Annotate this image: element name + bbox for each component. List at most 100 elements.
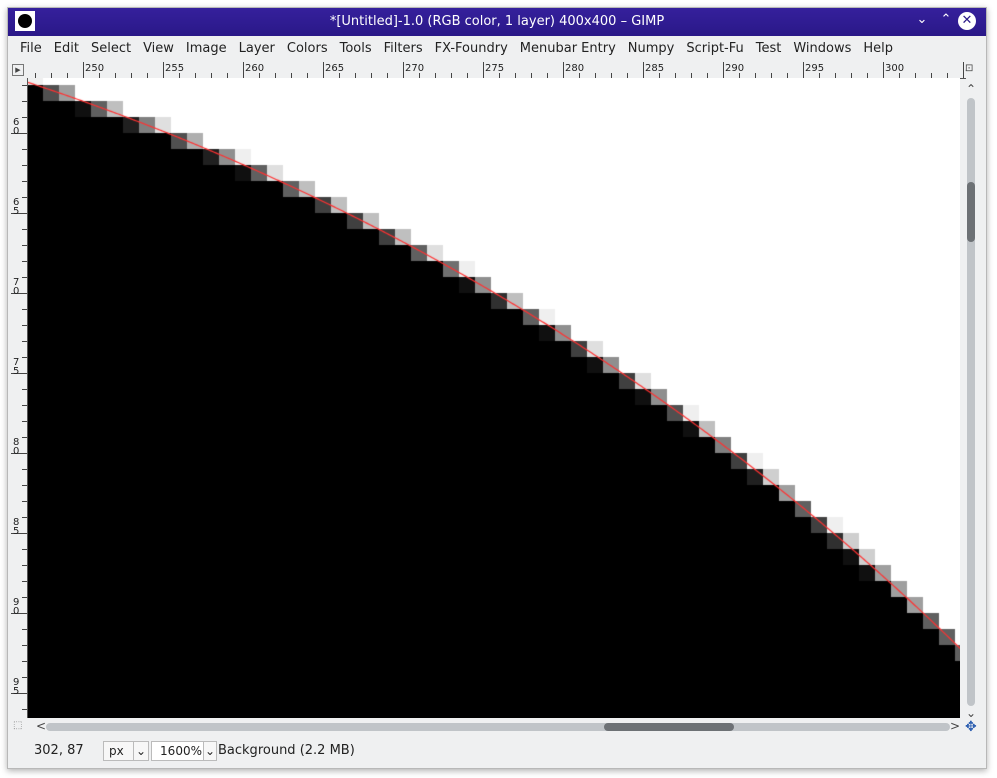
ruler-tick (22, 277, 27, 278)
unit-select[interactable]: px ⌄ (103, 741, 149, 761)
ruler-label: 7 5 (13, 357, 20, 377)
ruler-label: 290 (725, 63, 745, 74)
ruler-tick (22, 469, 27, 470)
scroll-thumb[interactable] (967, 182, 975, 242)
vertical-ruler: 6 0 6 5 7 0 7 5 8 0 8 5 9 0 9 5 (11, 78, 28, 718)
ruler-label: 7 0 (13, 277, 20, 297)
menu-file[interactable]: File (14, 37, 48, 61)
ruler-tick (22, 645, 27, 646)
ruler-label: 280 (565, 63, 585, 74)
menu-image[interactable]: Image (180, 37, 233, 61)
ruler-tick (22, 501, 27, 502)
menu-test[interactable]: Test (750, 37, 788, 61)
menubar: File Edit Select View Image Layer Colors Tools F… (8, 37, 899, 61)
quick-mask-toggle-icon[interactable]: ⬚ (13, 720, 22, 731)
ruler-tick (22, 421, 27, 422)
unit-value: px (109, 744, 124, 758)
menu-tools[interactable]: Tools (334, 37, 378, 61)
vertical-scrollbar[interactable]: ⌃ ⌄ (964, 82, 978, 720)
zoom-input[interactable]: 1600% (151, 741, 205, 761)
ruler-tick (803, 62, 804, 78)
status-bar: 302, 87 px ⌄ 1600% ⌄ Background (2.2 MB) (8, 739, 986, 763)
ruler-tick (22, 629, 27, 630)
ruler-tick (22, 309, 27, 310)
ruler-tick (22, 661, 27, 662)
horizontal-scrollbar[interactable]: < > (36, 719, 960, 734)
ruler-tick (22, 517, 27, 518)
ruler-label: 8 5 (13, 517, 20, 537)
scroll-right-icon[interactable]: > (950, 719, 960, 733)
menu-numpy[interactable]: Numpy (622, 37, 681, 61)
ruler-tick (22, 245, 27, 246)
close-button[interactable]: ✕ (958, 12, 976, 30)
ruler-tick (22, 341, 27, 342)
ruler-tick (22, 101, 27, 102)
menu-help[interactable]: Help (857, 37, 899, 61)
scroll-track (46, 723, 950, 731)
scroll-thumb[interactable] (604, 723, 734, 731)
scroll-down-icon[interactable]: ⌄ (966, 706, 976, 720)
ruler-tick (22, 197, 27, 198)
scroll-left-icon[interactable]: < (36, 719, 46, 733)
image-canvas[interactable] (28, 78, 960, 718)
ruler-label: 295 (805, 63, 825, 74)
scroll-up-icon[interactable]: ⌃ (966, 82, 976, 96)
ruler-tick (22, 437, 27, 438)
ruler-tick (22, 709, 27, 710)
ruler-label: 250 (85, 63, 105, 74)
ruler-tick (22, 181, 27, 182)
ruler-tick (22, 677, 27, 678)
ruler-label: 8 0 (13, 437, 20, 457)
menu-windows[interactable]: Windows (787, 37, 857, 61)
menu-menubar-entry[interactable]: Menubar Entry (514, 37, 622, 61)
ruler-label: 300 (885, 63, 905, 74)
ruler-label: 275 (485, 63, 505, 74)
ruler-tick (22, 229, 27, 230)
zoom-dropdown-icon[interactable]: ⌄ (203, 741, 217, 761)
ruler-label: 6 0 (13, 117, 20, 137)
ruler-tick (22, 597, 27, 598)
ruler-tick (483, 62, 484, 78)
ruler-label: 285 (645, 63, 665, 74)
ruler-label: 270 (405, 63, 425, 74)
ruler-label: 260 (245, 63, 265, 74)
ruler-tick (22, 405, 27, 406)
ruler-tick (243, 62, 244, 78)
menu-script-fu[interactable]: Script-Fu (680, 37, 749, 61)
horizontal-ruler: 2502552602652702752802852902953003 (28, 62, 966, 79)
ruler-label: 9 0 (13, 597, 20, 617)
zoom-fit-icon[interactable]: ⊡ (965, 63, 973, 74)
navigate-icon[interactable]: ✥ (965, 719, 977, 735)
ruler-tick (22, 565, 27, 566)
pointer-coords: 302, 87 (34, 743, 84, 758)
ruler-tick (22, 85, 27, 86)
layer-info: Background (2.2 MB) (218, 743, 355, 758)
menu-fx-foundry[interactable]: FX-Foundry (429, 37, 514, 61)
menu-filters[interactable]: Filters (378, 37, 429, 61)
menu-edit[interactable]: Edit (48, 37, 85, 61)
ruler-label: 9 5 (13, 677, 20, 697)
quick-mask-menu-icon[interactable]: ▶ (12, 64, 24, 76)
ruler-tick (22, 165, 27, 166)
ruler-tick (403, 62, 404, 78)
gimp-window: *[Untitled]-1.0 (RGB color, 1 layer) 400… (7, 7, 987, 769)
ruler-label: 6 5 (13, 197, 20, 217)
chevron-down-icon: ⌄ (133, 742, 148, 760)
ruler-tick (883, 62, 884, 78)
ruler-tick (963, 62, 964, 78)
minimize-button[interactable]: ⌄ (912, 12, 932, 27)
ruler-tick (563, 62, 564, 78)
ruler-tick (22, 357, 27, 358)
menu-colors[interactable]: Colors (281, 37, 334, 61)
ruler-tick (22, 549, 27, 550)
maximize-button[interactable]: ⌃ (936, 12, 956, 27)
ruler-tick (22, 261, 27, 262)
ruler-tick (163, 62, 164, 78)
ruler-tick (723, 62, 724, 78)
menu-view[interactable]: View (137, 37, 180, 61)
menu-layer[interactable]: Layer (233, 37, 281, 61)
ruler-tick (22, 389, 27, 390)
window-title: *[Untitled]-1.0 (RGB color, 1 layer) 400… (329, 14, 665, 29)
ruler-tick (22, 581, 27, 582)
menu-select[interactable]: Select (85, 37, 137, 61)
